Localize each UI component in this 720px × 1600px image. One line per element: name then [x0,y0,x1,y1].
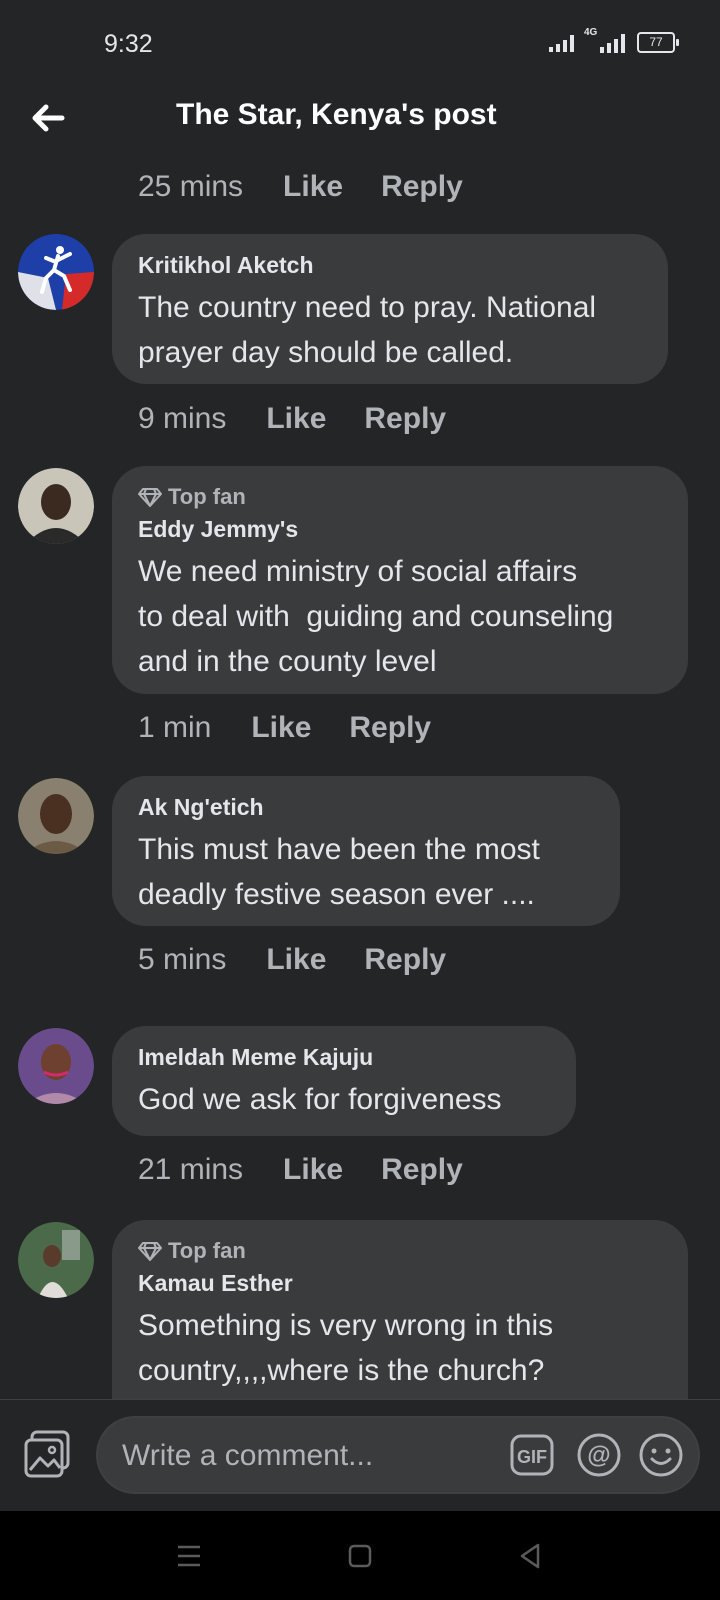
top-fan-badge: Top fan [138,1238,662,1264]
comment-actions: 5 mins Like Reply [138,943,484,977]
avatar[interactable] [18,1222,94,1298]
reply-button[interactable]: Reply [381,170,463,204]
avatar[interactable] [18,1028,94,1104]
page-title: The Star, Kenya's post [176,98,497,131]
back-icon[interactable] [514,1539,548,1573]
comment-text: Something is very wrong in this country,… [138,1309,554,1387]
gif-icon[interactable]: GIF [510,1434,554,1476]
comment-time: 9 mins [138,402,227,435]
comment-actions: 9 mins Like Reply [138,402,484,436]
comment-time: 1 min [138,711,212,744]
comment-author[interactable]: Kamau Esther [138,1270,662,1297]
like-button[interactable]: Like [283,170,343,204]
back-arrow-icon[interactable] [28,98,68,138]
profile-photo-icon [18,1222,94,1298]
status-icons: 4G 77 [549,27,679,53]
photo-icon[interactable] [22,1428,74,1480]
profile-photo-icon [18,1028,94,1104]
reply-button[interactable]: Reply [364,943,446,977]
like-button[interactable]: Like [266,943,326,977]
comment-actions: 1 min Like Reply [138,711,469,745]
comment-bubble[interactable]: Imeldah Meme Kajuju God we ask for forgi… [112,1026,576,1136]
comment-text: This must have been the most deadly fest… [138,833,540,911]
comment-time: 5 mins [138,943,227,976]
svg-text:GIF: GIF [517,1447,547,1467]
mention-icon[interactable]: @ [576,1432,622,1478]
comment-actions: 25 mins Like Reply [138,170,501,204]
comment-author[interactable]: Imeldah Meme Kajuju [138,1044,550,1071]
profile-photo-icon [18,468,94,544]
status-bar: 9:32 4G 77 [0,0,720,90]
like-button[interactable]: Like [251,711,311,745]
comment-bubble[interactable]: Kritikhol Aketch The country need to pra… [112,234,668,384]
comment-composer: GIF @ [0,1399,720,1512]
comment-text: We need ministry of social affairs to de… [138,555,614,678]
comment-author[interactable]: Ak Ng'etich [138,794,594,821]
comment-bubble[interactable]: Top fan Eddy Jemmy's We need ministry of… [112,466,688,694]
top-fan-label: Top fan [168,1238,246,1263]
status-time: 9:32 [104,30,153,58]
svg-text:@: @ [587,1442,610,1469]
comment-actions: 21 mins Like Reply [138,1153,501,1187]
avatar[interactable] [18,468,94,544]
like-button[interactable]: Like [283,1153,343,1187]
menu-icon[interactable] [172,1539,206,1573]
comment-author[interactable]: Eddy Jemmy's [138,516,662,543]
system-nav-bar [0,1511,720,1600]
wifi-signal-icon [549,34,574,52]
comment-text: God we ask for forgiveness [138,1083,502,1116]
top-fan-badge: Top fan [138,484,662,510]
like-button[interactable]: Like [266,402,326,436]
header: The Star, Kenya's post [0,90,720,160]
jumpman-logo-icon [18,234,94,310]
cellular-signal-icon: 4G [584,27,625,53]
reply-button[interactable]: Reply [364,402,446,436]
comment-author[interactable]: Kritikhol Aketch [138,252,642,279]
comment-text: The country need to pray. National praye… [138,291,597,369]
diamond-icon [138,1242,162,1261]
comment-bubble[interactable]: Ak Ng'etich This must have been the most… [112,776,620,926]
home-icon[interactable] [343,1539,377,1573]
reply-button[interactable]: Reply [381,1153,463,1187]
comment-input[interactable] [120,1432,504,1480]
comment-time: 21 mins [138,1153,244,1186]
comment-time: 25 mins [138,170,244,203]
battery-icon: 77 [637,32,679,53]
comment-input-box[interactable]: GIF @ [96,1416,700,1494]
avatar[interactable] [18,234,94,310]
profile-photo-icon [18,778,94,854]
reply-button[interactable]: Reply [349,711,431,745]
comment-bubble[interactable]: Top fan Kamau Esther Something is very w… [112,1220,688,1420]
emoji-icon[interactable] [638,1432,684,1478]
top-fan-label: Top fan [168,484,246,509]
avatar[interactable] [18,778,94,854]
diamond-icon [138,488,162,507]
network-type: 4G [584,26,598,38]
